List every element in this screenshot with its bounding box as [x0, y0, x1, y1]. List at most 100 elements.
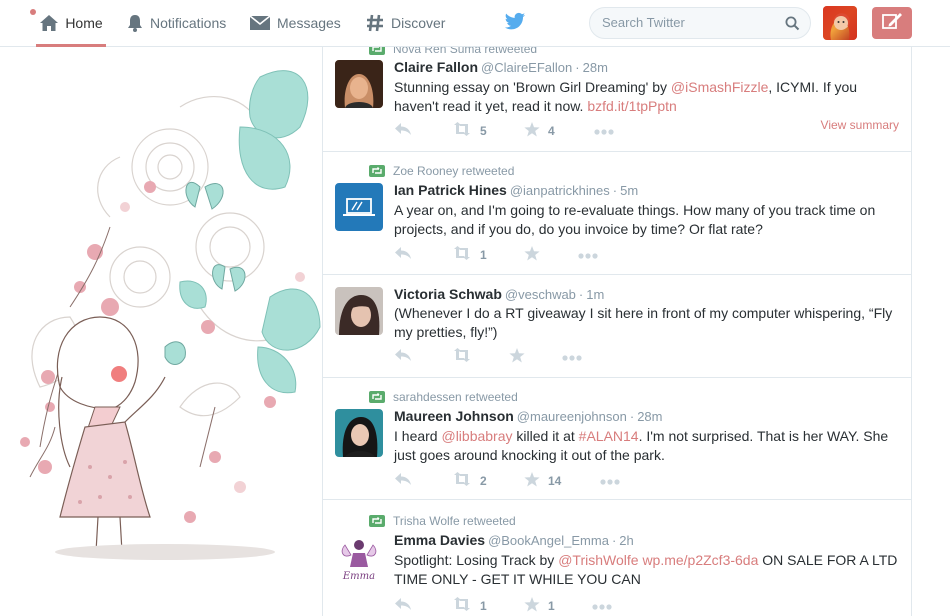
tweet-text: Stunning essay on 'Brown Girl Dreaming' …: [394, 78, 899, 115]
more-button[interactable]: [592, 599, 612, 613]
reply-button[interactable]: [394, 122, 412, 139]
author-handle[interactable]: @veschwab: [505, 287, 576, 302]
author-name[interactable]: Maureen Johnson: [394, 408, 514, 424]
star-icon: [524, 122, 540, 140]
reply-icon: [394, 122, 412, 139]
author-name[interactable]: Claire Fallon: [394, 59, 478, 75]
top-navigation-bar: Home Notifications Messages Discover: [0, 0, 950, 47]
favorite-button[interactable]: [524, 246, 540, 264]
tweet-text-segment: I heard: [394, 428, 442, 444]
tweet-item[interactable]: Zoe Rooney retweeted Ian Patrick Hines @i…: [323, 152, 911, 275]
search-input[interactable]: [602, 15, 782, 30]
retweet-context-label: Trisha Wolfe retweeted: [393, 514, 516, 528]
tweet-timestamp[interactable]: 2h: [619, 533, 633, 548]
retweet-action-icon: [452, 246, 472, 263]
reply-button[interactable]: [394, 348, 412, 365]
tweet-link[interactable]: @TrishWolfe: [558, 552, 638, 568]
retweet-button[interactable]: [452, 348, 472, 365]
author-avatar[interactable]: [335, 183, 383, 231]
more-dots-icon: [578, 248, 598, 262]
favorite-button[interactable]: 14: [524, 472, 561, 490]
tweet-item[interactable]: Victoria Schwab @veschwab · 1m (Whenever I …: [323, 275, 911, 378]
more-button[interactable]: [600, 474, 620, 488]
tweet-text-segment: A year on, and I'm going to re-evaluate …: [394, 202, 876, 237]
favorite-button[interactable]: 1: [524, 597, 555, 615]
tweet-text: Spotlight: Losing Track by @TrishWolfe w…: [394, 551, 899, 588]
search-icon[interactable]: [785, 16, 800, 36]
twitter-bird-icon[interactable]: [504, 12, 526, 37]
retweet-context: Nova Ren Suma retweeted: [369, 47, 537, 56]
retweet-icon: [369, 515, 385, 527]
tweet-text: (Whenever I do a RT giveaway I sit here …: [394, 304, 899, 341]
star-icon: [524, 472, 540, 490]
tweet-item[interactable]: Nova Ren Suma retweeted Claire Fallon @Cl…: [323, 47, 911, 152]
tweet-link[interactable]: #ALAN14: [579, 428, 639, 444]
author-handle[interactable]: @ianpatrickhines: [510, 183, 610, 198]
star-icon: [524, 597, 540, 615]
home-icon: [39, 14, 59, 32]
retweet-button[interactable]: 5: [452, 122, 487, 139]
timeline: Nova Ren Suma retweeted Claire Fallon @Cl…: [322, 47, 912, 616]
author-avatar[interactable]: [335, 60, 383, 108]
tweet-header: Ian Patrick Hines @ianpatrickhines · 5m: [394, 182, 638, 198]
more-dots-icon: [562, 350, 582, 364]
author-handle[interactable]: @ClaireEFallon: [481, 60, 572, 75]
retweet-action-icon: [452, 348, 472, 365]
nav-discover-label: Discover: [391, 15, 446, 31]
tweet-link[interactable]: wp.me/p2Zcf3-6da: [642, 552, 758, 568]
nav-home[interactable]: Home: [36, 0, 106, 47]
reply-button[interactable]: [394, 597, 412, 614]
tweet-header: Maureen Johnson @maureenjohnson · 28m: [394, 408, 662, 424]
favorite-count: 4: [548, 124, 555, 138]
more-button[interactable]: [578, 248, 598, 262]
retweet-button[interactable]: 1: [452, 597, 487, 614]
nav-messages[interactable]: Messages: [249, 0, 341, 46]
reply-button[interactable]: [394, 246, 412, 263]
tweet-link[interactable]: @libbabray: [441, 428, 512, 444]
author-name[interactable]: Emma Davies: [394, 532, 485, 548]
tweet-timestamp[interactable]: 28m: [583, 60, 608, 75]
retweet-action-icon: [452, 122, 472, 139]
nav-discover[interactable]: Discover: [365, 0, 445, 46]
separator-dot: ·: [578, 287, 584, 302]
tweet-item[interactable]: sarahdessen retweeted Maureen Johnson @ma…: [323, 378, 911, 500]
retweet-icon: [369, 165, 385, 177]
author-avatar[interactable]: [335, 287, 383, 335]
tweet-link[interactable]: @iSmashFizzle: [671, 79, 768, 95]
tweet-link[interactable]: bzfd.it/1tpPptn: [587, 98, 677, 114]
favorite-button[interactable]: 4: [524, 122, 555, 140]
author-name[interactable]: Ian Patrick Hines: [394, 182, 507, 198]
author-handle[interactable]: @BookAngel_Emma: [488, 533, 609, 548]
favorite-button[interactable]: [509, 348, 525, 366]
more-dots-icon: [594, 124, 614, 138]
star-icon: [509, 348, 525, 366]
user-avatar[interactable]: [823, 6, 857, 40]
author-avatar[interactable]: [335, 409, 383, 457]
tweet-header: Claire Fallon @ClaireEFallon · 28m: [394, 59, 608, 75]
author-avatar[interactable]: Emma: [335, 533, 383, 581]
retweet-button[interactable]: 1: [452, 246, 487, 263]
retweet-icon: [369, 391, 385, 403]
nav-notifications-label: Notifications: [150, 15, 227, 31]
retweet-context: Zoe Rooney retweeted: [369, 164, 514, 178]
search-box[interactable]: [589, 7, 811, 39]
nav-notifications[interactable]: Notifications: [126, 0, 226, 46]
reply-button[interactable]: [394, 472, 412, 489]
tweet-timestamp[interactable]: 1m: [586, 287, 604, 302]
author-handle[interactable]: @maureenjohnson: [517, 409, 627, 424]
separator-dot: ·: [575, 60, 580, 75]
envelope-icon: [249, 15, 271, 31]
tweet-text-segment: Spotlight: Losing Track by: [394, 552, 559, 568]
retweet-action-icon: [452, 597, 472, 614]
compose-tweet-button[interactable]: [872, 7, 912, 39]
retweet-context: Trisha Wolfe retweeted: [369, 514, 516, 528]
tweet-header: Emma Davies @BookAngel_Emma · 2h: [394, 532, 634, 548]
more-button[interactable]: [562, 350, 582, 364]
tweet-item[interactable]: Trisha Wolfe retweeted Emma Emma Davies @…: [323, 500, 911, 616]
tweet-timestamp[interactable]: 28m: [637, 409, 662, 424]
author-name[interactable]: Victoria Schwab: [394, 286, 502, 302]
tweet-timestamp[interactable]: 5m: [620, 183, 638, 198]
view-summary-link[interactable]: View summary: [821, 118, 899, 132]
more-button[interactable]: [594, 124, 614, 138]
retweet-button[interactable]: 2: [452, 472, 487, 489]
